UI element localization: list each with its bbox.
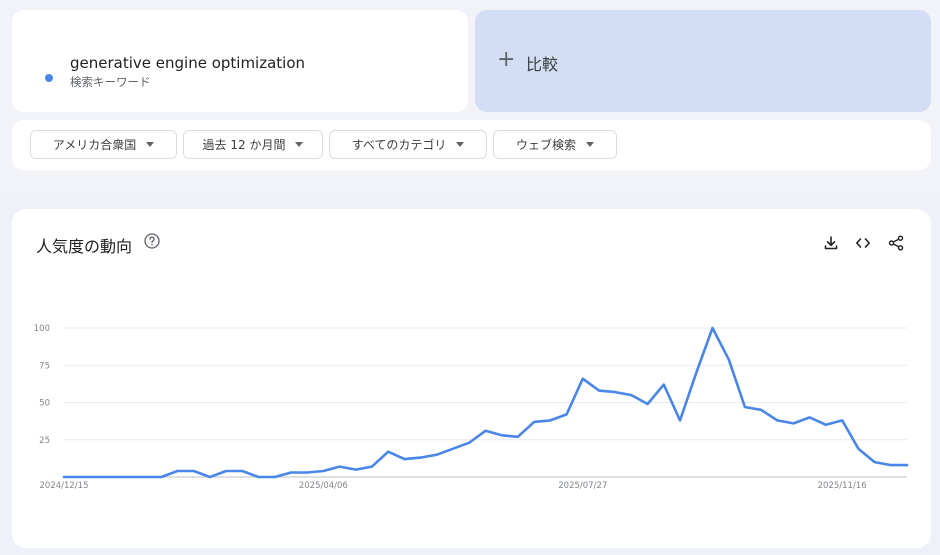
data-point[interactable] xyxy=(726,356,732,362)
data-point[interactable] xyxy=(693,370,699,376)
data-point[interactable] xyxy=(223,468,229,474)
data-point[interactable] xyxy=(191,468,197,474)
data-point[interactable] xyxy=(110,474,116,480)
data-point[interactable] xyxy=(904,462,910,468)
data-point[interactable] xyxy=(888,462,894,468)
search-type-filter[interactable]: ウェブ検索 xyxy=(493,130,617,159)
search-term-type: 検索キーワード xyxy=(70,75,151,89)
region-filter[interactable]: アメリカ合衆国 xyxy=(30,130,177,159)
search-term-name[interactable]: generative engine optimization xyxy=(70,54,305,72)
data-point[interactable] xyxy=(142,474,148,480)
data-point[interactable] xyxy=(288,470,294,476)
x-tick-label: 2025/04/06 xyxy=(299,481,348,491)
data-point[interactable] xyxy=(709,325,715,331)
y-tick-label: 25 xyxy=(39,436,50,446)
data-point[interactable] xyxy=(304,470,310,476)
data-point[interactable] xyxy=(483,428,489,434)
data-point[interactable] xyxy=(207,474,213,480)
data-point[interactable] xyxy=(77,474,83,480)
data-point[interactable] xyxy=(645,401,651,407)
data-point[interactable] xyxy=(353,467,359,473)
x-tick-label: 2025/11/16 xyxy=(818,481,867,491)
data-point[interactable] xyxy=(434,452,440,458)
help-circle-icon[interactable] xyxy=(144,233,160,249)
data-point[interactable] xyxy=(531,419,537,425)
search-type-filter-label: ウェブ検索 xyxy=(515,138,576,152)
chevron-down-icon xyxy=(295,142,304,147)
x-tick-label: 2024/12/15 xyxy=(40,481,89,491)
interest-over-time-card: 25 50 75 100 2024/12/15 2025/04/06 2025/07/27 2… xyxy=(12,209,931,548)
filter-bar: アメリカ合衆国 過去 12 か月間 すべてのカテゴリ ウェブ検索 xyxy=(12,120,931,170)
data-point[interactable] xyxy=(385,449,391,455)
data-point[interactable] xyxy=(158,474,164,480)
time-range-filter-label: 過去 12 か月間 xyxy=(202,138,286,152)
data-point[interactable] xyxy=(466,440,472,446)
data-point[interactable] xyxy=(320,468,326,474)
chart-title: 人気度の動向 xyxy=(36,237,133,256)
embed-code-icon[interactable] xyxy=(855,235,871,251)
data-point[interactable] xyxy=(93,474,99,480)
plus-icon: + xyxy=(497,47,516,72)
data-point[interactable] xyxy=(742,404,748,410)
data-point[interactable] xyxy=(839,417,845,423)
chevron-down-icon xyxy=(586,142,594,147)
y-tick-label: 50 xyxy=(39,399,50,409)
category-filter[interactable]: すべてのカテゴリ xyxy=(329,130,487,159)
search-term-card[interactable]: generative engine optimization 検索キーワード xyxy=(12,10,468,112)
data-point[interactable] xyxy=(126,474,132,480)
data-point[interactable] xyxy=(337,464,343,470)
data-point[interactable] xyxy=(450,446,456,452)
series-color-dot xyxy=(45,74,53,82)
y-tick-label: 100 xyxy=(34,324,50,334)
share-icon[interactable] xyxy=(888,235,904,251)
data-point[interactable] xyxy=(547,417,553,423)
data-point[interactable] xyxy=(855,446,861,452)
data-point[interactable] xyxy=(872,459,878,465)
download-icon[interactable] xyxy=(823,235,839,251)
time-range-filter[interactable]: 過去 12 か月間 xyxy=(183,130,323,159)
data-point[interactable] xyxy=(256,474,262,480)
line-chart[interactable]: 25 50 75 100 2024/12/15 2025/04/06 2025/07/27 2… xyxy=(12,209,931,548)
region-filter-label: アメリカ合衆国 xyxy=(52,138,137,152)
data-point[interactable] xyxy=(515,434,521,440)
data-point[interactable] xyxy=(418,455,424,461)
chevron-down-icon xyxy=(146,142,155,147)
data-point[interactable] xyxy=(661,382,667,388)
data-point[interactable] xyxy=(596,388,602,394)
data-point[interactable] xyxy=(239,468,245,474)
compare-label: 比較 xyxy=(526,55,559,74)
data-point[interactable] xyxy=(758,407,764,413)
chevron-down-icon xyxy=(456,142,465,147)
data-point[interactable] xyxy=(807,414,813,420)
compare-button[interactable]: + 比較 xyxy=(475,10,931,112)
data-point[interactable] xyxy=(61,474,67,480)
data-point[interactable] xyxy=(791,420,797,426)
data-point[interactable] xyxy=(401,456,407,462)
data-point[interactable] xyxy=(580,376,586,382)
data-point[interactable] xyxy=(369,464,375,470)
x-tick-label: 2025/07/27 xyxy=(558,481,607,491)
data-point[interactable] xyxy=(564,411,570,417)
data-point[interactable] xyxy=(677,417,683,423)
data-point[interactable] xyxy=(823,422,829,428)
data-point[interactable] xyxy=(499,432,505,438)
data-point[interactable] xyxy=(612,389,618,395)
data-point[interactable] xyxy=(174,468,180,474)
category-filter-label: すべてのカテゴリ xyxy=(351,138,447,152)
data-point[interactable] xyxy=(628,392,634,398)
y-tick-label: 75 xyxy=(39,361,50,371)
data-point[interactable] xyxy=(774,417,780,423)
data-point[interactable] xyxy=(272,474,278,480)
